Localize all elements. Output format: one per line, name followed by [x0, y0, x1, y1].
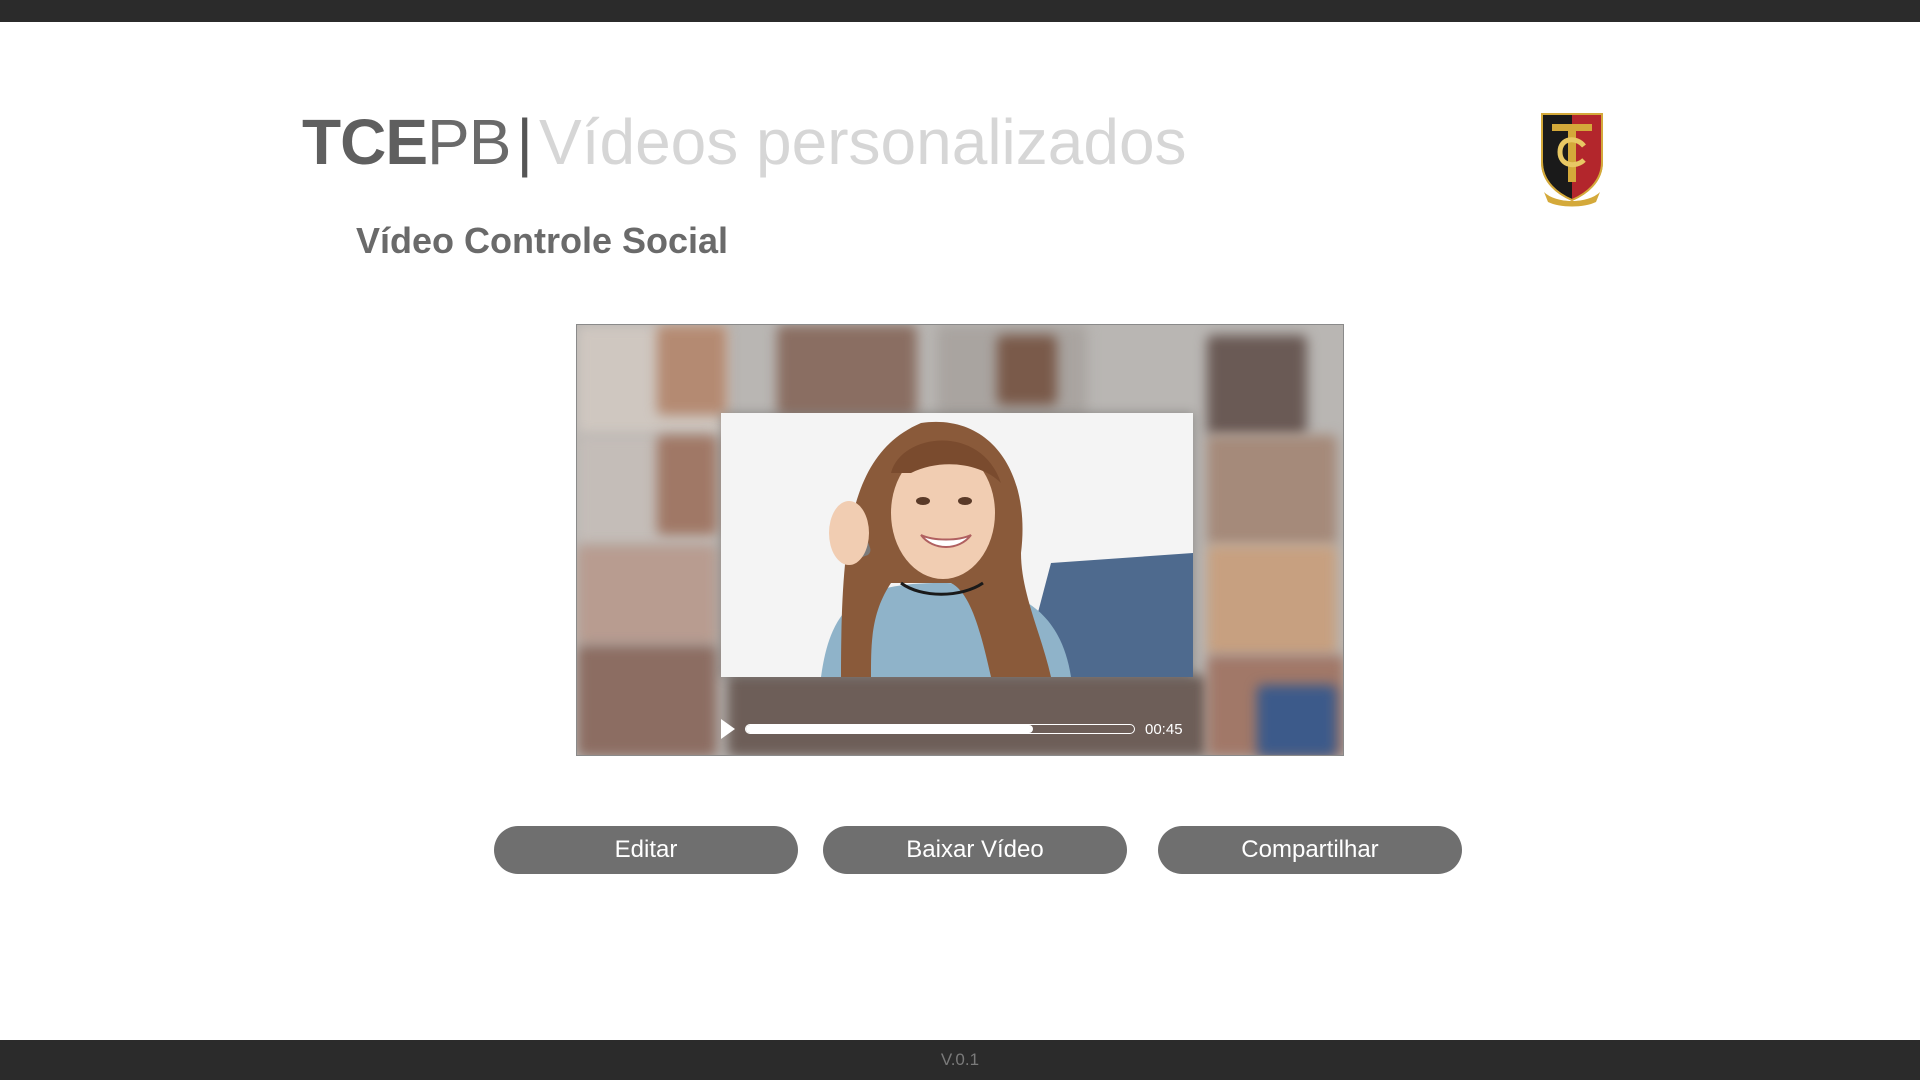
video-progress-bar[interactable]: [745, 724, 1135, 734]
video-player[interactable]: 00:45: [576, 324, 1344, 756]
tce-crest-logo: [1536, 110, 1608, 210]
page-title: TCEPB|Vídeos personalizados: [302, 100, 1187, 184]
video-progress-fill: [746, 725, 1034, 733]
brand-name-light: PB: [427, 106, 511, 178]
video-time: 00:45: [1145, 720, 1183, 738]
play-icon[interactable]: [721, 719, 735, 739]
video-controls: 00:45: [721, 715, 1193, 743]
video-heading: Vídeo Controle Social: [356, 220, 729, 261]
edit-button[interactable]: Editar: [494, 826, 798, 874]
brand-name-bold: TCE: [302, 106, 428, 178]
version-label: V.0.1: [940, 1050, 980, 1069]
download-video-button[interactable]: Baixar Vídeo: [823, 826, 1127, 874]
footer-bar: V.0.1: [0, 1040, 1920, 1080]
video-frame-image: [721, 413, 1193, 677]
top-bar: [0, 0, 1920, 22]
share-button[interactable]: Compartilhar: [1158, 826, 1462, 874]
app-subtitle: Vídeos personalizados: [539, 106, 1187, 178]
title-divider: |: [516, 106, 533, 178]
